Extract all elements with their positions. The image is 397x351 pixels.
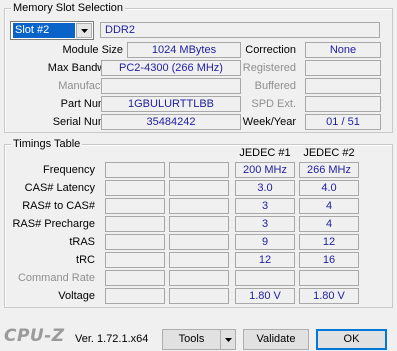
timing-row-label: Frequency [43,164,95,176]
timing-cell: 16 [299,252,359,268]
module-size-value: 1024 MBytes [127,42,241,58]
timing-cell [169,288,229,304]
part-number-value: 1GBULURTTLBB [101,96,241,112]
timing-cell: 1.80 V [299,288,359,304]
spd-ext-value [305,96,381,112]
ok-button[interactable]: OK [316,329,387,350]
timing-row-label: RAS# to CAS# [22,200,95,212]
timing-row-label: tRAS [69,236,95,248]
timing-row-label: RAS# Precharge [12,218,95,230]
slot-select[interactable]: Slot #2 [10,21,94,40]
timing-cell [105,252,165,268]
timing-cell: 200 MHz [235,162,295,178]
timing-cell [169,216,229,232]
tools-button[interactable]: Tools [162,329,221,350]
chevron-down-icon [80,28,88,33]
timing-cell: 266 MHz [299,162,359,178]
tools-dropdown-button[interactable] [220,329,236,350]
timing-cell [105,270,165,286]
timing-cell: 9 [235,234,295,250]
correction-value: None [305,42,381,58]
timing-cell: 12 [299,234,359,250]
week-year-value: 01 / 51 [305,114,381,130]
buffered-value [305,78,381,94]
cpuz-window: Memory Slot Selection Slot #2 DDR2 Modul… [0,0,397,351]
timing-cell [299,270,359,286]
timing-cell: 4.0 [299,180,359,196]
timing-cell: 4 [299,198,359,214]
correction-label: Correction [245,44,296,56]
validate-button[interactable]: Validate [243,329,309,350]
timing-cell [235,270,295,286]
module-size-label: Module Size [62,44,123,56]
module-type-value: DDR2 [100,22,380,38]
slot-select-dropdown-button[interactable] [76,23,92,38]
registered-label: Registered [242,62,296,74]
timing-cell [169,234,229,250]
chevron-down-icon [224,337,232,342]
timing-cell [169,180,229,196]
timing-cell: 1.80 V [235,288,295,304]
memory-slot-group-title: Memory Slot Selection [11,1,126,15]
spd-ext-label: SPD Ext. [251,98,296,110]
buffered-label: Buffered [254,80,296,92]
timing-cell [105,288,165,304]
timing-cell [105,162,165,178]
timings-col-header-jedec2: JEDEC #2 [303,147,355,159]
timings-group-title: Timings Table [11,137,83,151]
timing-cell: 12 [235,252,295,268]
timing-row-label: tRC [76,254,95,266]
timing-row-label: CAS# Latency [24,182,95,194]
timing-cell [169,252,229,268]
registered-value [305,60,381,76]
serial-number-value: 35484242 [101,114,241,130]
timing-cell [105,198,165,214]
week-year-label: Week/Year [242,116,296,128]
timing-cell: 3.0 [235,180,295,196]
timing-cell: 4 [299,216,359,232]
cpuz-logo: CPU-Z [4,326,65,346]
timing-cell [105,216,165,232]
timing-cell: 3 [235,198,295,214]
timing-cell: 3 [235,216,295,232]
max-bandwidth-value: PC2-4300 (266 MHz) [101,60,241,76]
slot-select-value: Slot #2 [13,23,75,38]
timing-row-label: Voltage [58,290,95,302]
timing-cell [169,270,229,286]
version-text: Ver. 1.72.1.x64 [75,333,149,345]
timing-cell [105,180,165,196]
timing-row-label: Command Rate [17,272,95,284]
timings-col-header-jedec1: JEDEC #1 [239,147,291,159]
timing-cell [169,198,229,214]
timing-cell [105,234,165,250]
manufacturer-value [101,78,241,94]
timing-cell [169,162,229,178]
